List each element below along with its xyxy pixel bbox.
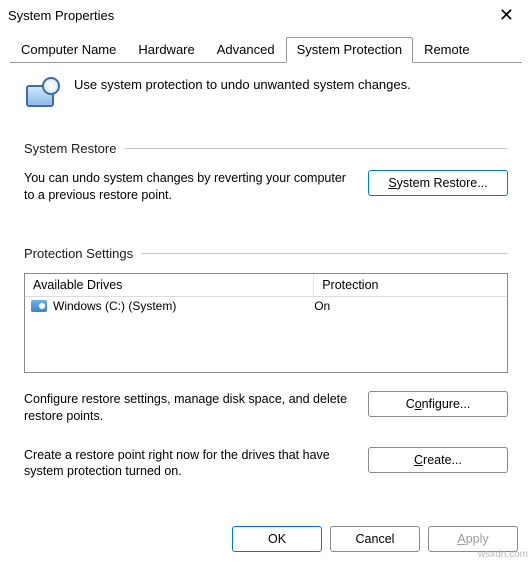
- cancel-button[interactable]: Cancel: [330, 526, 420, 552]
- intro-text: Use system protection to undo unwanted s…: [74, 77, 411, 92]
- drives-table[interactable]: Available Drives Protection Windows (C:)…: [24, 273, 508, 373]
- watermark: wsxdn.com: [478, 549, 528, 560]
- tabstrip: Computer Name Hardware Advanced System P…: [0, 30, 532, 62]
- tab-remote[interactable]: Remote: [413, 37, 481, 63]
- create-text: Create a restore point right now for the…: [24, 447, 348, 481]
- tab-computer-name[interactable]: Computer Name: [10, 37, 127, 63]
- section-title-system-restore: System Restore: [24, 141, 116, 156]
- window-title: System Properties: [8, 8, 114, 23]
- configure-text: Configure restore settings, manage disk …: [24, 391, 348, 425]
- close-icon[interactable]: ✕: [491, 6, 522, 24]
- drive-icon: [31, 300, 47, 312]
- system-restore-text: You can undo system changes by reverting…: [24, 170, 348, 204]
- system-protection-icon: [24, 77, 60, 113]
- configure-button[interactable]: Configure...: [368, 391, 508, 417]
- divider: [124, 148, 508, 149]
- system-restore-button[interactable]: System Restore...: [368, 170, 508, 196]
- table-row[interactable]: Windows (C:) (System) On: [25, 297, 507, 315]
- divider: [141, 253, 508, 254]
- tab-system-protection[interactable]: System Protection: [286, 37, 414, 63]
- ok-button[interactable]: OK: [232, 526, 322, 552]
- drive-name: Windows (C:) (System): [53, 299, 176, 313]
- tab-advanced[interactable]: Advanced: [206, 37, 286, 63]
- col-header-protection[interactable]: Protection: [314, 274, 507, 296]
- tab-hardware[interactable]: Hardware: [127, 37, 205, 63]
- col-header-drives[interactable]: Available Drives: [25, 274, 314, 296]
- dialog-footer: OK Cancel Apply: [232, 526, 518, 552]
- create-button[interactable]: Create...: [368, 447, 508, 473]
- drive-protection-status: On: [314, 299, 507, 313]
- section-title-protection-settings: Protection Settings: [24, 246, 133, 261]
- tab-panel-system-protection: Use system protection to undo unwanted s…: [10, 62, 522, 502]
